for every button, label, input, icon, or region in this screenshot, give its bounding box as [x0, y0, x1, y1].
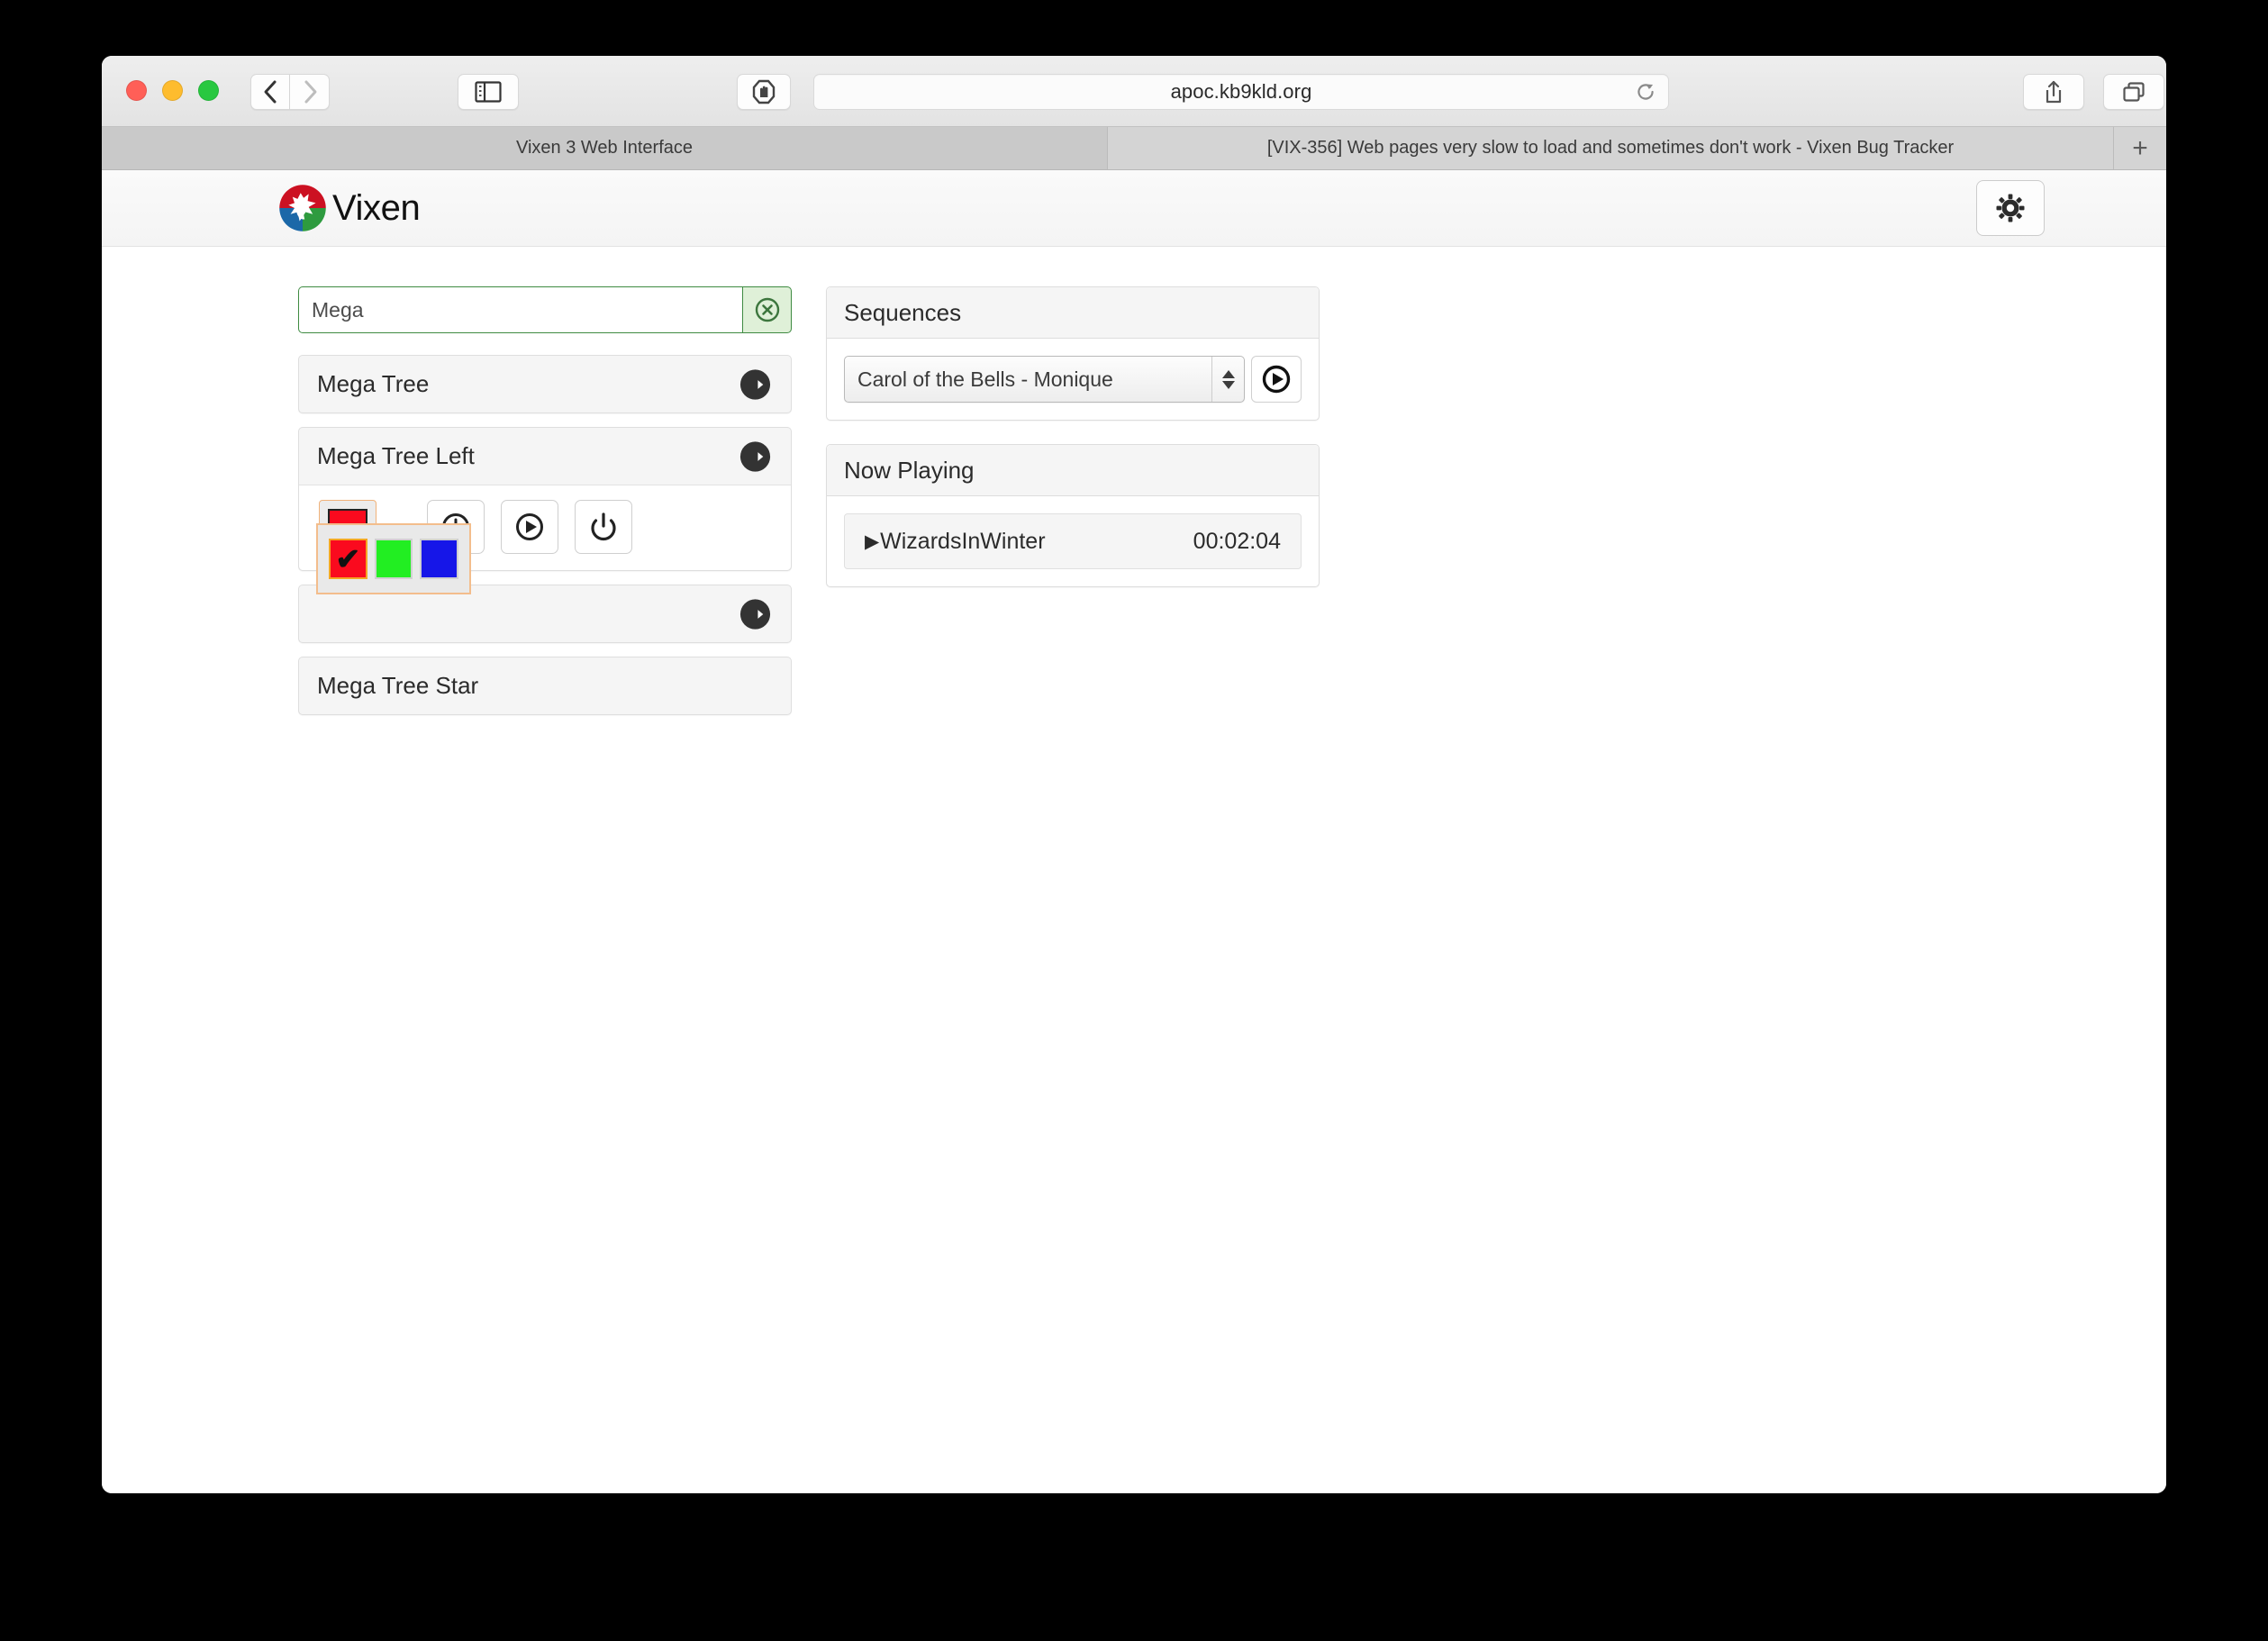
now-playing-panel-body: ▶ WizardsInWinter 00:02:04	[827, 496, 1319, 586]
back-button[interactable]	[250, 74, 290, 110]
track-elapsed-time: 00:02:04	[1193, 528, 1281, 554]
now-playing-panel-header: Now Playing	[827, 445, 1319, 496]
share-button[interactable]	[2023, 74, 2084, 110]
play-button[interactable]	[501, 500, 558, 554]
window-controls	[126, 80, 219, 101]
sequence-selected-value: Carol of the Bells - Monique	[857, 367, 1113, 391]
panel-title: Sequences	[844, 298, 962, 326]
element-header[interactable]: Mega Tree Star	[299, 657, 791, 714]
tab-label: [VIX-356] Web pages very slow to load an…	[1266, 138, 1955, 158]
reload-icon[interactable]	[1634, 80, 1657, 104]
clear-circle-x-icon	[755, 297, 779, 322]
settings-button[interactable]	[1976, 180, 2045, 236]
element-card-mega-tree-star[interactable]: Mega Tree Star	[298, 657, 792, 715]
color-picker-popup[interactable]: ✔	[316, 523, 471, 594]
gear-icon	[1996, 194, 2025, 222]
select-stepper-icon[interactable]	[1211, 357, 1244, 402]
play-circle-icon	[516, 513, 543, 540]
element-header[interactable]: Mega Tree Left	[299, 428, 791, 485]
maximize-window-button[interactable]	[198, 80, 219, 101]
arrow-right-circle-icon[interactable]	[738, 367, 773, 402]
element-label: Mega Tree Left	[317, 442, 475, 469]
close-window-button[interactable]	[126, 80, 147, 101]
brand: Vixen	[277, 183, 421, 233]
new-tab-button[interactable]: +	[2114, 127, 2166, 169]
sequence-select-row: Carol of the Bells - Monique	[844, 356, 1302, 403]
vixen-logo-icon	[279, 185, 326, 231]
arrow-right-circle-icon[interactable]	[738, 439, 773, 474]
elements-column: Mega Tree Mega Tree Left	[298, 286, 792, 729]
tab-label: Vixen 3 Web Interface	[515, 138, 694, 158]
arrow-right-circle-icon[interactable]	[738, 596, 773, 631]
page-content: Vixen Mega Mega Tree Mega Tree Left ✔ Me…	[102, 170, 2166, 1493]
back-chevron-icon	[264, 80, 277, 104]
element-card-mega-tree[interactable]: Mega Tree	[298, 355, 792, 413]
main-content: Mega Tree Mega Tree Left	[102, 247, 2166, 715]
browser-toolbar: apoc.kb9kld.org	[102, 56, 2166, 127]
sidebar-toggle-button[interactable]	[458, 74, 519, 110]
selected-check-icon: ✔	[335, 542, 361, 576]
element-header[interactable]: Mega Tree	[299, 356, 791, 413]
play-sequence-button[interactable]	[1251, 356, 1302, 403]
stepper-down-icon	[1221, 380, 1235, 389]
play-circle-icon	[1262, 365, 1291, 394]
color-option-green[interactable]	[374, 539, 413, 579]
address-bar[interactable]: apoc.kb9kld.org	[813, 74, 1669, 110]
sequences-panel-body: Carol of the Bells - Monique	[827, 339, 1319, 420]
sidebar-toggle-icon	[475, 81, 502, 103]
color-option-red[interactable]: ✔	[329, 539, 367, 579]
track-name: WizardsInWinter	[880, 528, 1046, 554]
forward-button[interactable]	[290, 74, 330, 110]
stepper-up-icon	[1221, 369, 1235, 378]
right-column: Sequences Carol of the Bells - Monique N…	[826, 286, 1320, 611]
search-input[interactable]	[298, 286, 742, 333]
share-icon	[2046, 80, 2062, 104]
now-playing-row[interactable]: ▶ WizardsInWinter 00:02:04	[844, 513, 1302, 569]
tab-bar: Vixen 3 Web Interface [VIX-356] Web page…	[102, 127, 2166, 170]
search-clear-button[interactable]	[742, 286, 792, 333]
url-text: apoc.kb9kld.org	[1170, 80, 1312, 103]
now-playing-track: ▶ WizardsInWinter	[865, 529, 1046, 555]
sequence-select[interactable]: Carol of the Bells - Monique	[844, 356, 1245, 403]
color-option-blue[interactable]	[420, 539, 459, 579]
power-button[interactable]	[575, 500, 632, 554]
sequences-panel: Sequences Carol of the Bells - Monique	[826, 286, 1320, 421]
minimize-window-button[interactable]	[162, 80, 183, 101]
app-header: Vixen	[102, 170, 2166, 247]
element-card-mega-tree-left[interactable]: Mega Tree Left ✔	[298, 427, 792, 594]
sequences-panel-header: Sequences	[827, 287, 1319, 339]
content-blocker-icon	[752, 79, 776, 104]
element-label: Mega Tree	[317, 370, 430, 397]
content-blocker-button[interactable]	[737, 74, 791, 110]
power-icon	[591, 512, 616, 541]
brand-name: Vixen	[332, 187, 421, 228]
tab-vixen-bug-tracker[interactable]: [VIX-356] Web pages very slow to load an…	[1108, 127, 2114, 169]
tab-overview-button[interactable]	[2103, 74, 2164, 110]
tab-overview-icon	[2123, 82, 2145, 102]
browser-window: apoc.kb9kld.org Vixen 3 Web Interface [V…	[102, 56, 2166, 1493]
tab-vixen-web-interface[interactable]: Vixen 3 Web Interface	[102, 127, 1108, 169]
panel-title: Now Playing	[844, 456, 975, 484]
search-row	[298, 286, 792, 333]
forward-chevron-icon	[304, 80, 316, 104]
play-caret-icon: ▶	[865, 530, 880, 552]
now-playing-panel: Now Playing ▶ WizardsInWinter 00:02:04	[826, 444, 1320, 587]
element-label: Mega Tree Star	[317, 672, 479, 699]
